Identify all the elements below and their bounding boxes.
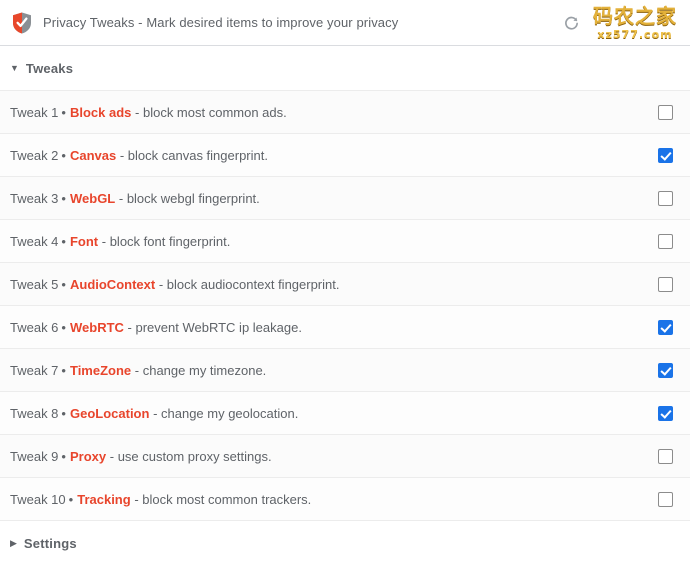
tweak-bullet: •: [61, 190, 66, 206]
tweak-index: Tweak 2: [10, 147, 59, 163]
tweak-index: Tweak 4: [10, 233, 59, 249]
tweak-description: - change my geolocation.: [153, 405, 299, 421]
tweak-index: Tweak 3: [10, 190, 59, 206]
tweak-index: Tweak 7: [10, 362, 59, 378]
tweak-row: Tweak 3 • WebGL - block webgl fingerprint.: [0, 177, 690, 220]
app-header: Privacy Tweaks - Mark desired items to i…: [0, 0, 690, 46]
tweak-bullet: •: [61, 147, 66, 163]
tweak-label: Tweak 7 • TimeZone - change my timezone.: [10, 363, 266, 378]
tweak-bullet: •: [61, 319, 66, 335]
tweak-description: - prevent WebRTC ip leakage.: [127, 319, 302, 335]
tweak-name-link[interactable]: GeoLocation: [70, 406, 149, 421]
tweak-name-link[interactable]: Font: [70, 234, 98, 249]
tweak-checkbox[interactable]: [658, 147, 673, 163]
tweak-name-link[interactable]: AudioContext: [70, 277, 155, 292]
tweak-bullet: •: [61, 405, 66, 421]
tweak-bullet: •: [61, 362, 66, 378]
tweak-description: - block most common ads.: [135, 104, 287, 120]
tweak-bullet: •: [61, 276, 66, 292]
tweak-label: Tweak 1 • Block ads - block most common ad…: [10, 105, 287, 120]
tweak-row: Tweak 7 • TimeZone - change my timezone.: [0, 349, 690, 392]
tweak-bullet: •: [61, 233, 66, 249]
tweak-checkbox[interactable]: [658, 405, 673, 421]
tweak-row: Tweak 5 • AudioContext - block audiocontex…: [0, 263, 690, 306]
page-title: Privacy Tweaks - Mark desired items to i…: [43, 15, 399, 30]
section-header-tweaks[interactable]: ▼ Tweaks: [0, 46, 690, 90]
watermark-text-url: xz577.com: [597, 28, 673, 41]
watermark: 码农之家 xz577.com: [588, 6, 682, 40]
shield-check-icon: [13, 12, 31, 33]
tweak-bullet: •: [61, 448, 66, 464]
tweak-row: Tweak 9 • Proxy - use custom proxy setting…: [0, 435, 690, 478]
tweak-name-link[interactable]: Tracking: [77, 492, 130, 507]
tweak-description: - change my timezone.: [134, 362, 267, 378]
tweak-index: Tweak 5: [10, 276, 59, 292]
tweak-name-link[interactable]: Canvas: [70, 148, 116, 163]
tweak-name-link[interactable]: WebRTC: [70, 320, 124, 335]
tweak-row: Tweak 6 • WebRTC - prevent WebRTC ip leaka…: [0, 306, 690, 349]
tweak-row: Tweak 2 • Canvas - block canvas fingerprin…: [0, 134, 690, 177]
tweak-label: Tweak 8 • GeoLocation - change my geolocat…: [10, 406, 298, 421]
tweak-description: - block audiocontext fingerprint.: [158, 276, 340, 292]
tweak-row: Tweak 8 • GeoLocation - change my geolocat…: [0, 392, 690, 435]
tweak-checkbox[interactable]: [658, 104, 673, 120]
tweak-list: Tweak 1 • Block ads - block most common ad…: [0, 90, 690, 521]
section-title-tweaks: Tweaks: [25, 60, 74, 76]
chevron-down-icon: ▼: [10, 62, 19, 73]
header-right-group: 码农之家 xz577.com: [564, 0, 682, 46]
chevron-right-icon: ▶: [10, 537, 17, 548]
tweak-label: Tweak 6 • WebRTC - prevent WebRTC ip leaka…: [10, 320, 302, 335]
tweak-index: Tweak 6: [10, 319, 59, 335]
tweak-label: Tweak 9 • Proxy - use custom proxy setting…: [10, 449, 272, 464]
tweak-description: - block canvas fingerprint.: [119, 147, 268, 163]
tweak-label: Tweak 10 • Tracking - block most common tr…: [10, 492, 311, 507]
tweak-description: - block most common trackers.: [134, 491, 312, 507]
tweak-label: Tweak 4 • Font - block font fingerprint.: [10, 234, 230, 249]
tweak-label: Tweak 2 • Canvas - block canvas fingerprin…: [10, 148, 268, 163]
tweak-name-link[interactable]: Proxy: [70, 449, 106, 464]
tweak-bullet: •: [68, 491, 74, 507]
tweak-description: - block font fingerprint.: [101, 233, 231, 249]
tweak-row: Tweak 1 • Block ads - block most common ad…: [0, 91, 690, 134]
tweak-index: Tweak 10: [10, 491, 66, 507]
tweak-description: - use custom proxy settings.: [109, 448, 272, 464]
section-header-settings[interactable]: ▶ Settings: [0, 521, 690, 565]
tweak-checkbox[interactable]: [658, 276, 673, 292]
tweak-name-link[interactable]: TimeZone: [70, 363, 131, 378]
tweak-index: Tweak 1: [10, 104, 59, 120]
tweak-label: Tweak 5 • AudioContext - block audiocontex…: [10, 277, 339, 292]
tweak-name-link[interactable]: Block ads: [70, 105, 131, 120]
tweak-label: Tweak 3 • WebGL - block webgl fingerprint.: [10, 191, 260, 206]
tweak-checkbox[interactable]: [658, 448, 673, 464]
tweak-checkbox[interactable]: [658, 491, 673, 507]
tweak-index: Tweak 9: [10, 448, 59, 464]
tweak-checkbox[interactable]: [658, 190, 673, 206]
tweak-description: - block webgl fingerprint.: [118, 190, 260, 206]
tweak-row: Tweak 4 • Font - block font fingerprint.: [0, 220, 690, 263]
tweak-checkbox[interactable]: [658, 362, 673, 378]
tweak-name-link[interactable]: WebGL: [70, 191, 115, 206]
watermark-text-cn: 码农之家: [593, 4, 677, 28]
tweak-index: Tweak 8: [10, 405, 59, 421]
tweak-checkbox[interactable]: [658, 233, 673, 249]
section-title-settings: Settings: [23, 535, 77, 551]
tweak-row: Tweak 10 • Tracking - block most common tr…: [0, 478, 690, 521]
reload-icon[interactable]: [564, 16, 579, 31]
tweak-checkbox[interactable]: [658, 319, 673, 335]
tweak-bullet: •: [61, 104, 66, 120]
